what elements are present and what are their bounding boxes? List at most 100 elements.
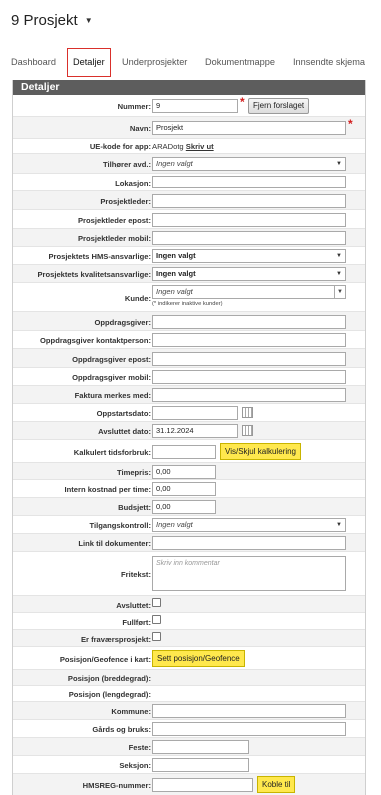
avd-select[interactable]: Ingen valgt ▼ bbox=[152, 157, 346, 171]
uekode-label: UE-kode for app: bbox=[89, 142, 151, 151]
row-seksjon: Seksjon: bbox=[13, 756, 365, 774]
seksjon-input[interactable] bbox=[152, 758, 249, 772]
feste-label: Feste: bbox=[128, 743, 151, 752]
lokasjon-label: Lokasjon: bbox=[115, 179, 151, 188]
tilgang-select[interactable]: Ingen valgt ▼ bbox=[152, 518, 346, 532]
avsluttet-label: Avsluttet: bbox=[116, 601, 151, 610]
kunde-select[interactable]: Ingen valgt ▼ bbox=[152, 285, 346, 299]
feste-input[interactable] bbox=[152, 740, 249, 754]
lengdegrad-label: Posisjon (lengdegrad): bbox=[68, 690, 151, 699]
row-prosjektleder: Prosjektleder: bbox=[13, 191, 365, 210]
fullfort-label: Fullført: bbox=[122, 618, 151, 627]
row-faktura: Faktura merkes med: bbox=[13, 386, 365, 404]
avsluttet-checkbox[interactable] bbox=[152, 598, 161, 607]
tilgang-label: Tilgangskontroll: bbox=[89, 521, 151, 530]
fravaer-label: Er fraværsprosjekt: bbox=[80, 635, 151, 644]
row-gards: Gårds og bruks: bbox=[13, 720, 365, 738]
asterisk-icon: * bbox=[348, 117, 353, 131]
faktura-input[interactable] bbox=[152, 388, 346, 402]
page-title[interactable]: 9 Prosjekt ▼ bbox=[11, 12, 93, 29]
avsluttet-dato-label: Avsluttet dato: bbox=[98, 427, 151, 436]
fjern-forslaget-button[interactable]: Fjern forslaget bbox=[248, 98, 310, 114]
kvalitet-select[interactable]: Ingen valgt ▼ bbox=[152, 267, 346, 281]
tab-innsendte-skjema[interactable]: Innsendte skjema bbox=[293, 48, 365, 77]
og-mobil-label: Oppdragsgiver mobil: bbox=[72, 373, 151, 382]
prosjektleder-input[interactable] bbox=[152, 194, 346, 208]
budsjett-input[interactable]: 0,00 bbox=[152, 500, 216, 514]
pl-mobil-input[interactable] bbox=[152, 231, 346, 245]
oppdragsgiver-input[interactable] bbox=[152, 315, 346, 329]
lokasjon-input[interactable] bbox=[152, 176, 346, 188]
og-kontakt-input[interactable] bbox=[152, 333, 346, 347]
row-oppdragsgiver: Oppdragsgiver: bbox=[13, 312, 365, 331]
tab-underprosjekter[interactable]: Underprosjekter bbox=[122, 48, 187, 77]
prosjektleder-label: Prosjektleder: bbox=[100, 197, 151, 206]
skriv-ut-link[interactable]: Skriv ut bbox=[186, 142, 214, 151]
row-uekode: UE-kode for app: ARADotg Skriv ut bbox=[13, 139, 365, 154]
kalkulert-input[interactable] bbox=[152, 445, 216, 459]
tilgang-select-value: Ingen valgt bbox=[156, 520, 193, 529]
row-kommune: Kommune: bbox=[13, 702, 365, 720]
tab-bar: Dashboard Detaljer Underprosjekter Dokum… bbox=[0, 48, 381, 77]
sett-posisjon-button[interactable]: Sett posisjon/Geofence bbox=[152, 650, 245, 667]
timepris-label: Timepris: bbox=[116, 468, 151, 477]
row-navn: Navn: Prosjekt * bbox=[13, 117, 365, 139]
timepris-input[interactable]: 0,00 bbox=[152, 465, 216, 479]
row-feste: Feste: bbox=[13, 738, 365, 756]
hmsreg-input[interactable] bbox=[152, 778, 253, 792]
row-og-epost: Oppdragsgiver epost: bbox=[13, 349, 365, 368]
row-fullfort: Fullført: bbox=[13, 613, 365, 630]
kommune-input[interactable] bbox=[152, 704, 346, 718]
tab-detaljer[interactable]: Detaljer bbox=[67, 48, 111, 77]
caret-down-icon[interactable]: ▼ bbox=[85, 16, 93, 25]
intern-input[interactable]: 0,00 bbox=[152, 482, 216, 496]
tab-dokumentmappe[interactable]: Dokumentmappe bbox=[205, 48, 275, 77]
calendar-icon[interactable] bbox=[242, 425, 253, 436]
og-epost-input[interactable] bbox=[152, 352, 346, 366]
row-fravaer: Er fraværsprosjekt: bbox=[13, 630, 365, 647]
og-mobil-input[interactable] bbox=[152, 370, 346, 384]
fritekst-textarea[interactable]: Skriv inn kommentar bbox=[152, 556, 346, 591]
fullfort-checkbox[interactable] bbox=[152, 615, 161, 624]
nummer-input[interactable]: 9 bbox=[152, 99, 238, 113]
row-avsluttet: Avsluttet: bbox=[13, 596, 365, 613]
row-avd: Tilhører avd.: Ingen valgt ▼ bbox=[13, 154, 365, 174]
fravaer-checkbox[interactable] bbox=[152, 632, 161, 641]
uekode-code: ARADotg bbox=[152, 142, 184, 151]
caret-down-icon: ▼ bbox=[334, 286, 345, 298]
link-input[interactable] bbox=[152, 536, 346, 550]
kvalitet-select-value: Ingen valgt bbox=[156, 269, 196, 278]
kommune-label: Kommune: bbox=[111, 707, 151, 716]
og-epost-label: Oppdragsgiver epost: bbox=[72, 355, 151, 364]
pl-epost-input[interactable] bbox=[152, 213, 346, 227]
row-avsluttet-dato: Avsluttet dato: 31.12.2024 bbox=[13, 422, 365, 440]
fritekst-label: Fritekst: bbox=[121, 570, 151, 579]
gards-input[interactable] bbox=[152, 722, 346, 736]
kvalitet-label: Prosjektets kvalitetsansvarlige: bbox=[37, 270, 151, 279]
seksjon-label: Seksjon: bbox=[119, 761, 151, 770]
intern-label: Intern kostnad per time: bbox=[64, 485, 152, 494]
avsluttet-dato-input[interactable]: 31.12.2024 bbox=[152, 424, 238, 438]
tab-dashboard[interactable]: Dashboard bbox=[11, 48, 56, 77]
calendar-icon[interactable] bbox=[242, 407, 253, 418]
kunde-select-value: Ingen valgt bbox=[156, 287, 193, 296]
row-og-kontakt: Oppdragsgiver kontaktperson: bbox=[13, 331, 365, 349]
row-link: Link til dokumenter: bbox=[13, 534, 365, 552]
details-panel: Detaljer Nummer: 9 * Fjern forslaget Nav… bbox=[12, 80, 366, 795]
hms-select[interactable]: Ingen valgt ▼ bbox=[152, 249, 346, 263]
hms-select-value: Ingen valgt bbox=[156, 251, 196, 260]
row-nummer: Nummer: 9 * Fjern forslaget bbox=[13, 95, 365, 117]
navn-input[interactable]: Prosjekt bbox=[152, 121, 346, 135]
faktura-label: Faktura merkes med: bbox=[74, 391, 151, 400]
row-kalkulert: Kalkulert tidsforbruk: Vis/Skjul kalkule… bbox=[13, 440, 365, 463]
page-title-text: 9 Prosjekt bbox=[11, 12, 78, 29]
row-intern: Intern kostnad per time: 0,00 bbox=[13, 480, 365, 498]
uekode-value: ARADotg Skriv ut bbox=[152, 142, 214, 151]
row-pl-mobil: Prosjektleder mobil: bbox=[13, 229, 365, 247]
row-fritekst: Fritekst: Skriv inn kommentar bbox=[13, 552, 365, 596]
koble-til-button[interactable]: Koble til bbox=[257, 776, 296, 793]
pl-mobil-label: Prosjektleder mobil: bbox=[77, 234, 151, 243]
vis-skjul-kalkulering-button[interactable]: Vis/Skjul kalkulering bbox=[220, 443, 301, 460]
row-hmsreg: HMSREG-nummer: Koble til bbox=[13, 774, 365, 795]
oppstart-input[interactable] bbox=[152, 406, 238, 420]
